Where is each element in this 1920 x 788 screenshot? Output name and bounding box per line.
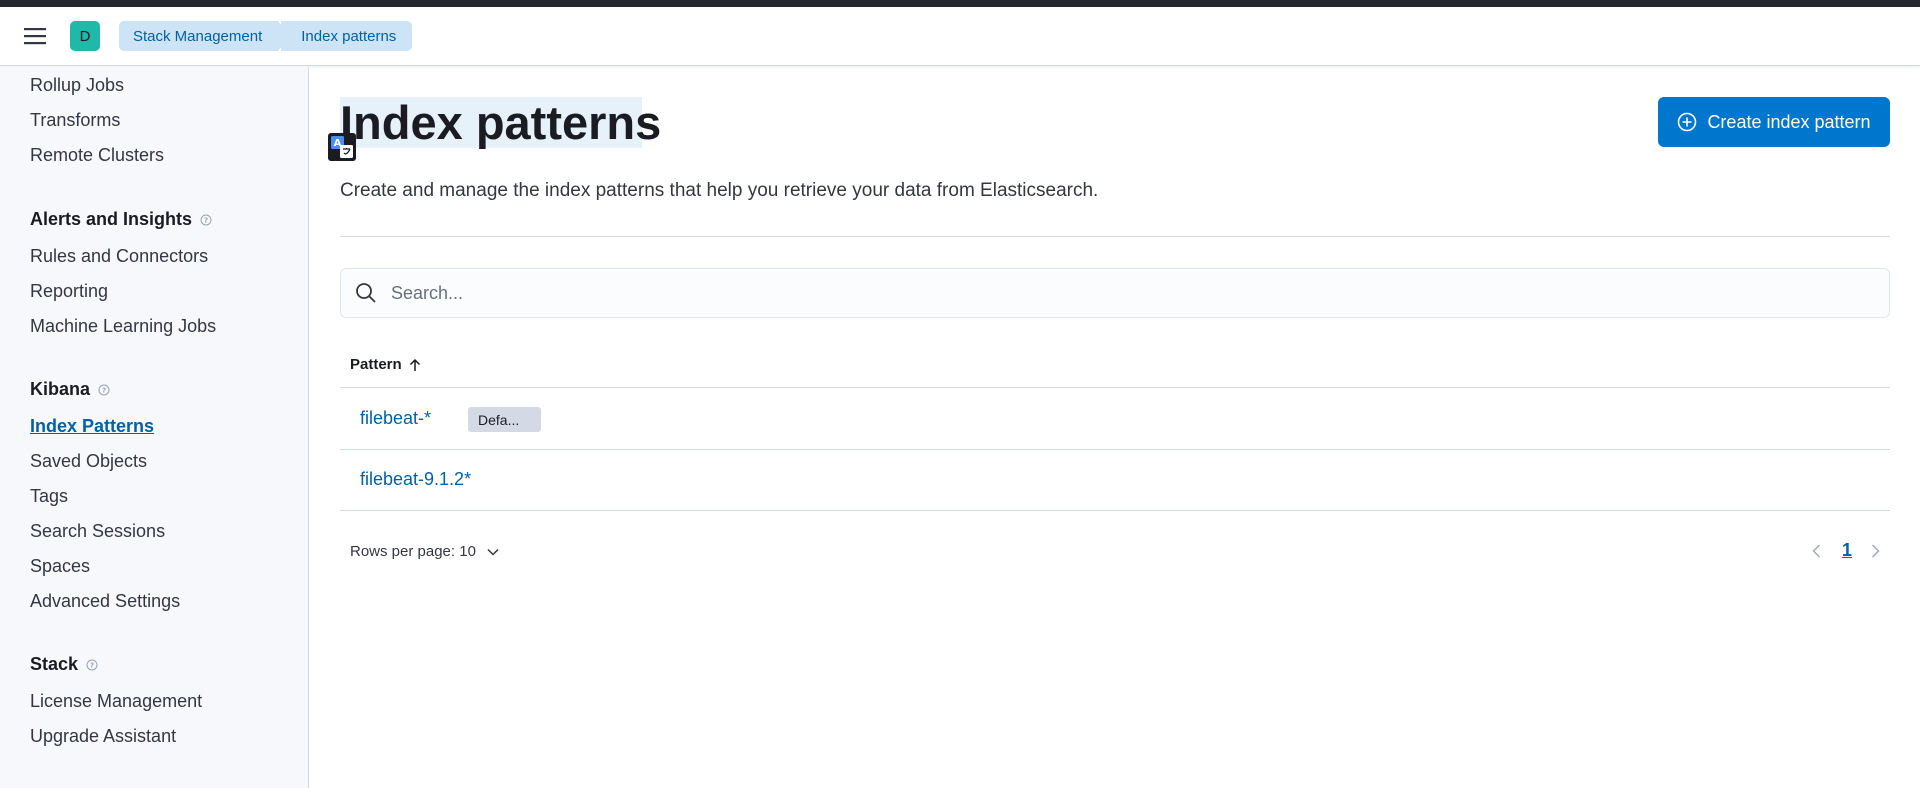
sidebar-item-index-patterns[interactable]: Index Patterns bbox=[30, 416, 154, 437]
column-header-label: Pattern bbox=[350, 356, 402, 373]
default-badge: Defa... bbox=[468, 407, 541, 432]
sort-ascending-icon bbox=[408, 358, 422, 372]
translate-icon[interactable]: A bbox=[328, 133, 356, 161]
plus-in-circle-icon bbox=[1677, 112, 1697, 132]
chevron-left-icon bbox=[1812, 544, 1821, 558]
table-header-divider bbox=[340, 387, 1890, 388]
question-icon[interactable]: ? bbox=[86, 659, 98, 671]
rows-per-page-selector[interactable]: Rows per page: 10 bbox=[350, 543, 500, 560]
previous-page-button[interactable] bbox=[1808, 542, 1826, 560]
table-row-divider bbox=[340, 510, 1890, 511]
sidebar-item-advanced-settings[interactable]: Advanced Settings bbox=[30, 591, 180, 612]
page-title: Index patterns bbox=[340, 96, 662, 149]
menu-toggle-button[interactable] bbox=[20, 21, 50, 51]
main-content: Index patterns A Create index pattern Cr… bbox=[310, 67, 1920, 788]
sidebar-item-rollup-jobs[interactable]: Rollup Jobs bbox=[30, 75, 124, 96]
sidebar-group-kibana: Kibana ? bbox=[30, 379, 110, 400]
sidebar-item-search-sessions[interactable]: Search Sessions bbox=[30, 521, 165, 542]
search-icon bbox=[355, 282, 377, 304]
sidebar-group-title: Alerts and Insights bbox=[30, 209, 193, 229]
create-button-label: Create index pattern bbox=[1707, 111, 1871, 132]
page-description: Create and manage the index patterns tha… bbox=[340, 180, 1099, 201]
sidebar-nav: Rollup Jobs Transforms Remote Clusters A… bbox=[0, 67, 309, 788]
rows-per-page-label: Rows per page: 10 bbox=[350, 543, 476, 560]
space-avatar[interactable]: D bbox=[70, 21, 100, 51]
create-index-pattern-button[interactable]: Create index pattern bbox=[1658, 97, 1890, 147]
table-row-divider bbox=[340, 449, 1890, 450]
sidebar-item-ml-jobs[interactable]: Machine Learning Jobs bbox=[30, 316, 216, 337]
sidebar-item-rules-connectors[interactable]: Rules and Connectors bbox=[30, 246, 208, 267]
sidebar-group-title: Stack bbox=[30, 654, 79, 674]
sidebar-group-alerts-insights: Alerts and Insights ? bbox=[30, 209, 212, 230]
sidebar-item-license-management[interactable]: License Management bbox=[30, 691, 202, 712]
search-bar bbox=[340, 268, 1890, 318]
sidebar-item-reporting[interactable]: Reporting bbox=[30, 281, 108, 302]
sidebar-item-upgrade-assistant[interactable]: Upgrade Assistant bbox=[30, 726, 176, 747]
sidebar-item-transforms[interactable]: Transforms bbox=[30, 110, 120, 131]
question-icon[interactable]: ? bbox=[98, 384, 110, 396]
svg-text:?: ? bbox=[90, 661, 94, 669]
next-page-button[interactable] bbox=[1866, 542, 1884, 560]
sidebar-item-saved-objects[interactable]: Saved Objects bbox=[30, 451, 147, 472]
page-number-button[interactable]: 1 bbox=[1842, 540, 1852, 561]
sidebar-item-tags[interactable]: Tags bbox=[30, 486, 68, 507]
table-row-link[interactable]: filebeat-9.1.2* bbox=[360, 469, 471, 490]
column-header-pattern[interactable]: Pattern bbox=[350, 356, 422, 373]
table-row-link[interactable]: filebeat-* bbox=[360, 408, 431, 429]
chevron-right-icon bbox=[1871, 544, 1880, 558]
sidebar-group-title: Kibana bbox=[30, 379, 91, 399]
sidebar-group-stack: Stack ? bbox=[30, 654, 98, 675]
breadcrumb-stack-management[interactable]: Stack Management bbox=[119, 21, 291, 51]
horizontal-divider bbox=[340, 236, 1890, 237]
search-input[interactable] bbox=[391, 282, 1871, 304]
breadcrumb: Stack Management Index patterns bbox=[119, 21, 413, 51]
sidebar-item-remote-clusters[interactable]: Remote Clusters bbox=[30, 145, 164, 166]
top-chrome-strip bbox=[0, 0, 1920, 7]
hamburger-icon bbox=[24, 28, 46, 45]
breadcrumb-index-patterns[interactable]: Index patterns bbox=[281, 21, 413, 51]
svg-text:?: ? bbox=[102, 386, 106, 394]
svg-text:?: ? bbox=[204, 216, 208, 224]
sidebar-item-spaces[interactable]: Spaces bbox=[30, 556, 90, 577]
chevron-down-icon bbox=[486, 545, 500, 559]
question-icon[interactable]: ? bbox=[200, 214, 212, 226]
header-bar: D Stack Management Index patterns bbox=[0, 7, 1920, 66]
